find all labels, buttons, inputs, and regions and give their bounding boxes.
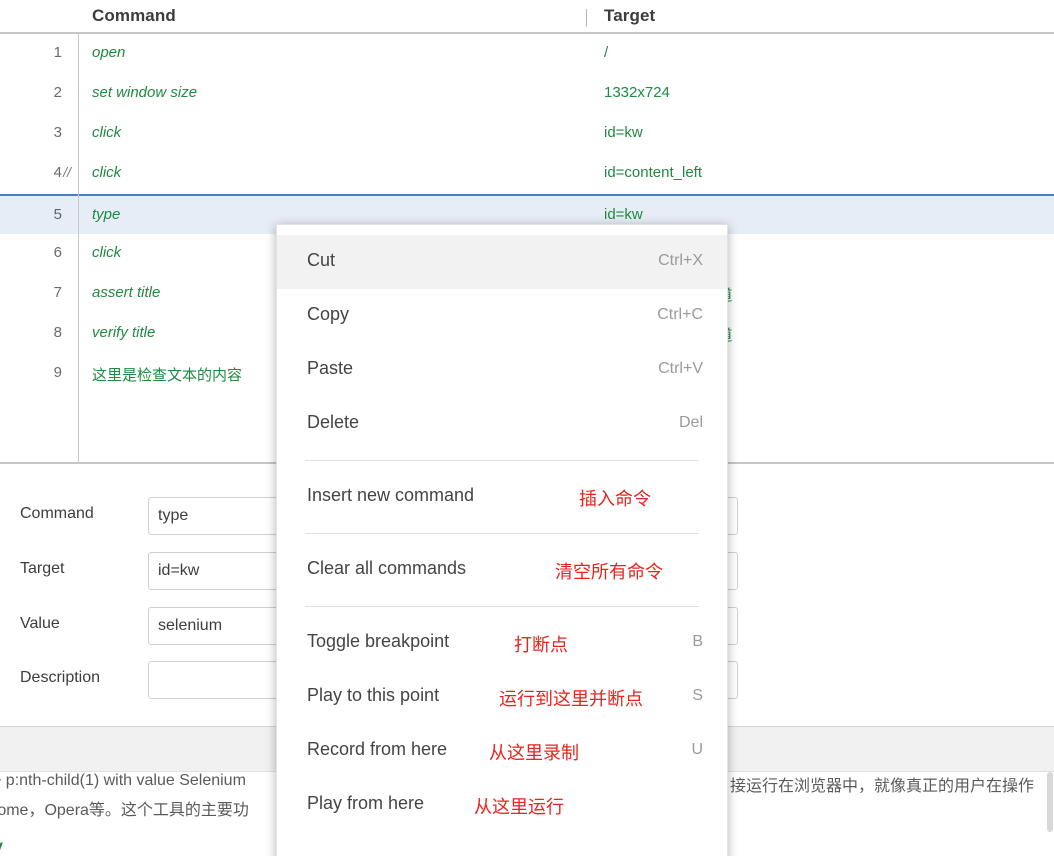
log-scrollbar-thumb[interactable] <box>1047 772 1053 832</box>
cell-command[interactable]: click <box>92 244 121 261</box>
row-number: 8 <box>53 324 62 341</box>
menu-item-play-to-this-point[interactable]: Play to this point 运行到这里并断点 S <box>277 670 727 724</box>
row-number: 1 <box>53 44 62 61</box>
menu-item-annotation: 打断点 <box>514 635 568 655</box>
menu-item-label: Record from here <box>307 739 448 759</box>
menu-item-annotation: 运行到这里并断点 <box>499 689 643 709</box>
table-row[interactable]: 4// click id=content_left <box>0 154 1054 194</box>
menu-item-label: Play to this point <box>307 685 440 705</box>
cell-command[interactable]: click <box>92 164 121 181</box>
table-row[interactable]: 3 click id=kw <box>0 114 1054 154</box>
form-label: Command <box>20 505 94 522</box>
form-label: Description <box>20 669 101 686</box>
column-divider[interactable] <box>586 9 587 27</box>
cell-command[interactable]: assert title <box>92 284 160 301</box>
menu-item-label: Copy <box>307 304 350 324</box>
cell-target[interactable]: id=kw <box>604 124 643 141</box>
menu-item-copy[interactable]: Copy Ctrl+C <box>277 289 727 343</box>
menu-item-paste[interactable]: Paste Ctrl+V <box>277 343 727 397</box>
menu-item-label: Delete <box>307 412 360 432</box>
log-line: y <box>0 838 3 856</box>
menu-item-annotation: 清空所有命令 <box>555 562 663 582</box>
column-header-command[interactable]: Command <box>92 6 176 26</box>
form-label: Target <box>20 560 65 577</box>
table-header-row: Command Target <box>0 0 1054 34</box>
form-input-value: type <box>158 507 189 524</box>
row-number: 4 <box>53 164 62 181</box>
cell-command[interactable]: set window size <box>92 84 197 101</box>
cell-command[interactable]: click <box>92 124 121 141</box>
menu-item-label: Cut <box>307 250 336 270</box>
table-row[interactable]: 2 set window size 1332x724 <box>0 74 1054 114</box>
form-input-value: selenium <box>158 617 223 634</box>
cell-command[interactable]: verify title <box>92 324 155 341</box>
log-line: rome，Opera等。这个工具的主要功 <box>0 802 249 819</box>
column-header-target[interactable]: Target <box>604 6 655 26</box>
form-label: Value <box>20 615 60 632</box>
cell-command[interactable]: type <box>92 206 120 223</box>
row-comment-marker: // <box>63 164 71 180</box>
table-row[interactable]: 1 open / <box>0 34 1054 74</box>
menu-item-record-from-here[interactable]: Record from here 从这里录制 U <box>277 724 727 778</box>
cell-command[interactable]: open <box>92 44 125 61</box>
cell-target[interactable]: 1332x724 <box>604 84 670 101</box>
menu-item-annotation: 从这里运行 <box>474 797 564 817</box>
menu-item-insert-new-command[interactable]: Insert new command 插入命令 <box>277 470 727 524</box>
gutter-divider <box>78 34 79 463</box>
row-number: 2 <box>53 84 62 101</box>
menu-item-shortcut: Del <box>678 414 703 431</box>
row-number: 5 <box>53 206 62 223</box>
menu-item-shortcut: Ctrl+V <box>658 360 703 377</box>
row-number: 9 <box>53 364 62 381</box>
menu-item-clear-all-commands[interactable]: Clear all commands 清空所有命令 <box>277 543 727 597</box>
menu-item-delete[interactable]: Delete Del <box>277 397 727 451</box>
sidepanel-root: Command Target 1 open / 2 set window size 133… <box>0 0 1054 856</box>
context-menu[interactable]: Cut Ctrl+X Copy Ctrl+C Paste Ctrl+V Delete Del I… <box>276 224 728 856</box>
menu-item-label: Insert new command <box>307 485 475 505</box>
menu-item-shortcut: Ctrl+X <box>658 252 703 269</box>
form-input-value: id=kw <box>158 562 200 579</box>
menu-item-label: Paste <box>307 358 354 378</box>
log-line: > p:nth-child(1) with value Selenium <box>0 772 246 789</box>
menu-item-toggle-breakpoint[interactable]: Toggle breakpoint 打断点 B <box>277 616 727 670</box>
cell-target[interactable]: / <box>604 44 608 61</box>
menu-item-play-from-here[interactable]: Play from here 从这里运行 <box>277 778 727 832</box>
menu-item-label: Play from here <box>307 793 425 813</box>
log-line: 接运行在浏览器中，就像真正的用户在操作 <box>730 778 1035 795</box>
row-number: 3 <box>53 124 62 141</box>
menu-item-label: Clear all commands <box>307 558 467 578</box>
cell-command[interactable]: 这里是检查文本的内容 <box>92 364 242 385</box>
menu-item-shortcut: U <box>691 741 703 758</box>
menu-item-shortcut: Ctrl+C <box>657 306 703 323</box>
menu-item-shortcut: B <box>692 633 703 650</box>
menu-item-annotation: 插入命令 <box>579 489 651 509</box>
menu-separator <box>305 533 699 534</box>
menu-item-label: Toggle breakpoint <box>307 631 450 651</box>
menu-item-shortcut: S <box>692 687 703 704</box>
cell-target[interactable]: id=kw <box>604 206 643 223</box>
menu-separator <box>305 606 699 607</box>
row-number: 6 <box>53 244 62 261</box>
row-number: 7 <box>53 284 62 301</box>
menu-item-annotation: 从这里录制 <box>489 743 579 763</box>
cell-target[interactable]: id=content_left <box>604 164 702 181</box>
menu-item-cut[interactable]: Cut Ctrl+X <box>277 235 727 289</box>
menu-separator <box>305 460 699 461</box>
